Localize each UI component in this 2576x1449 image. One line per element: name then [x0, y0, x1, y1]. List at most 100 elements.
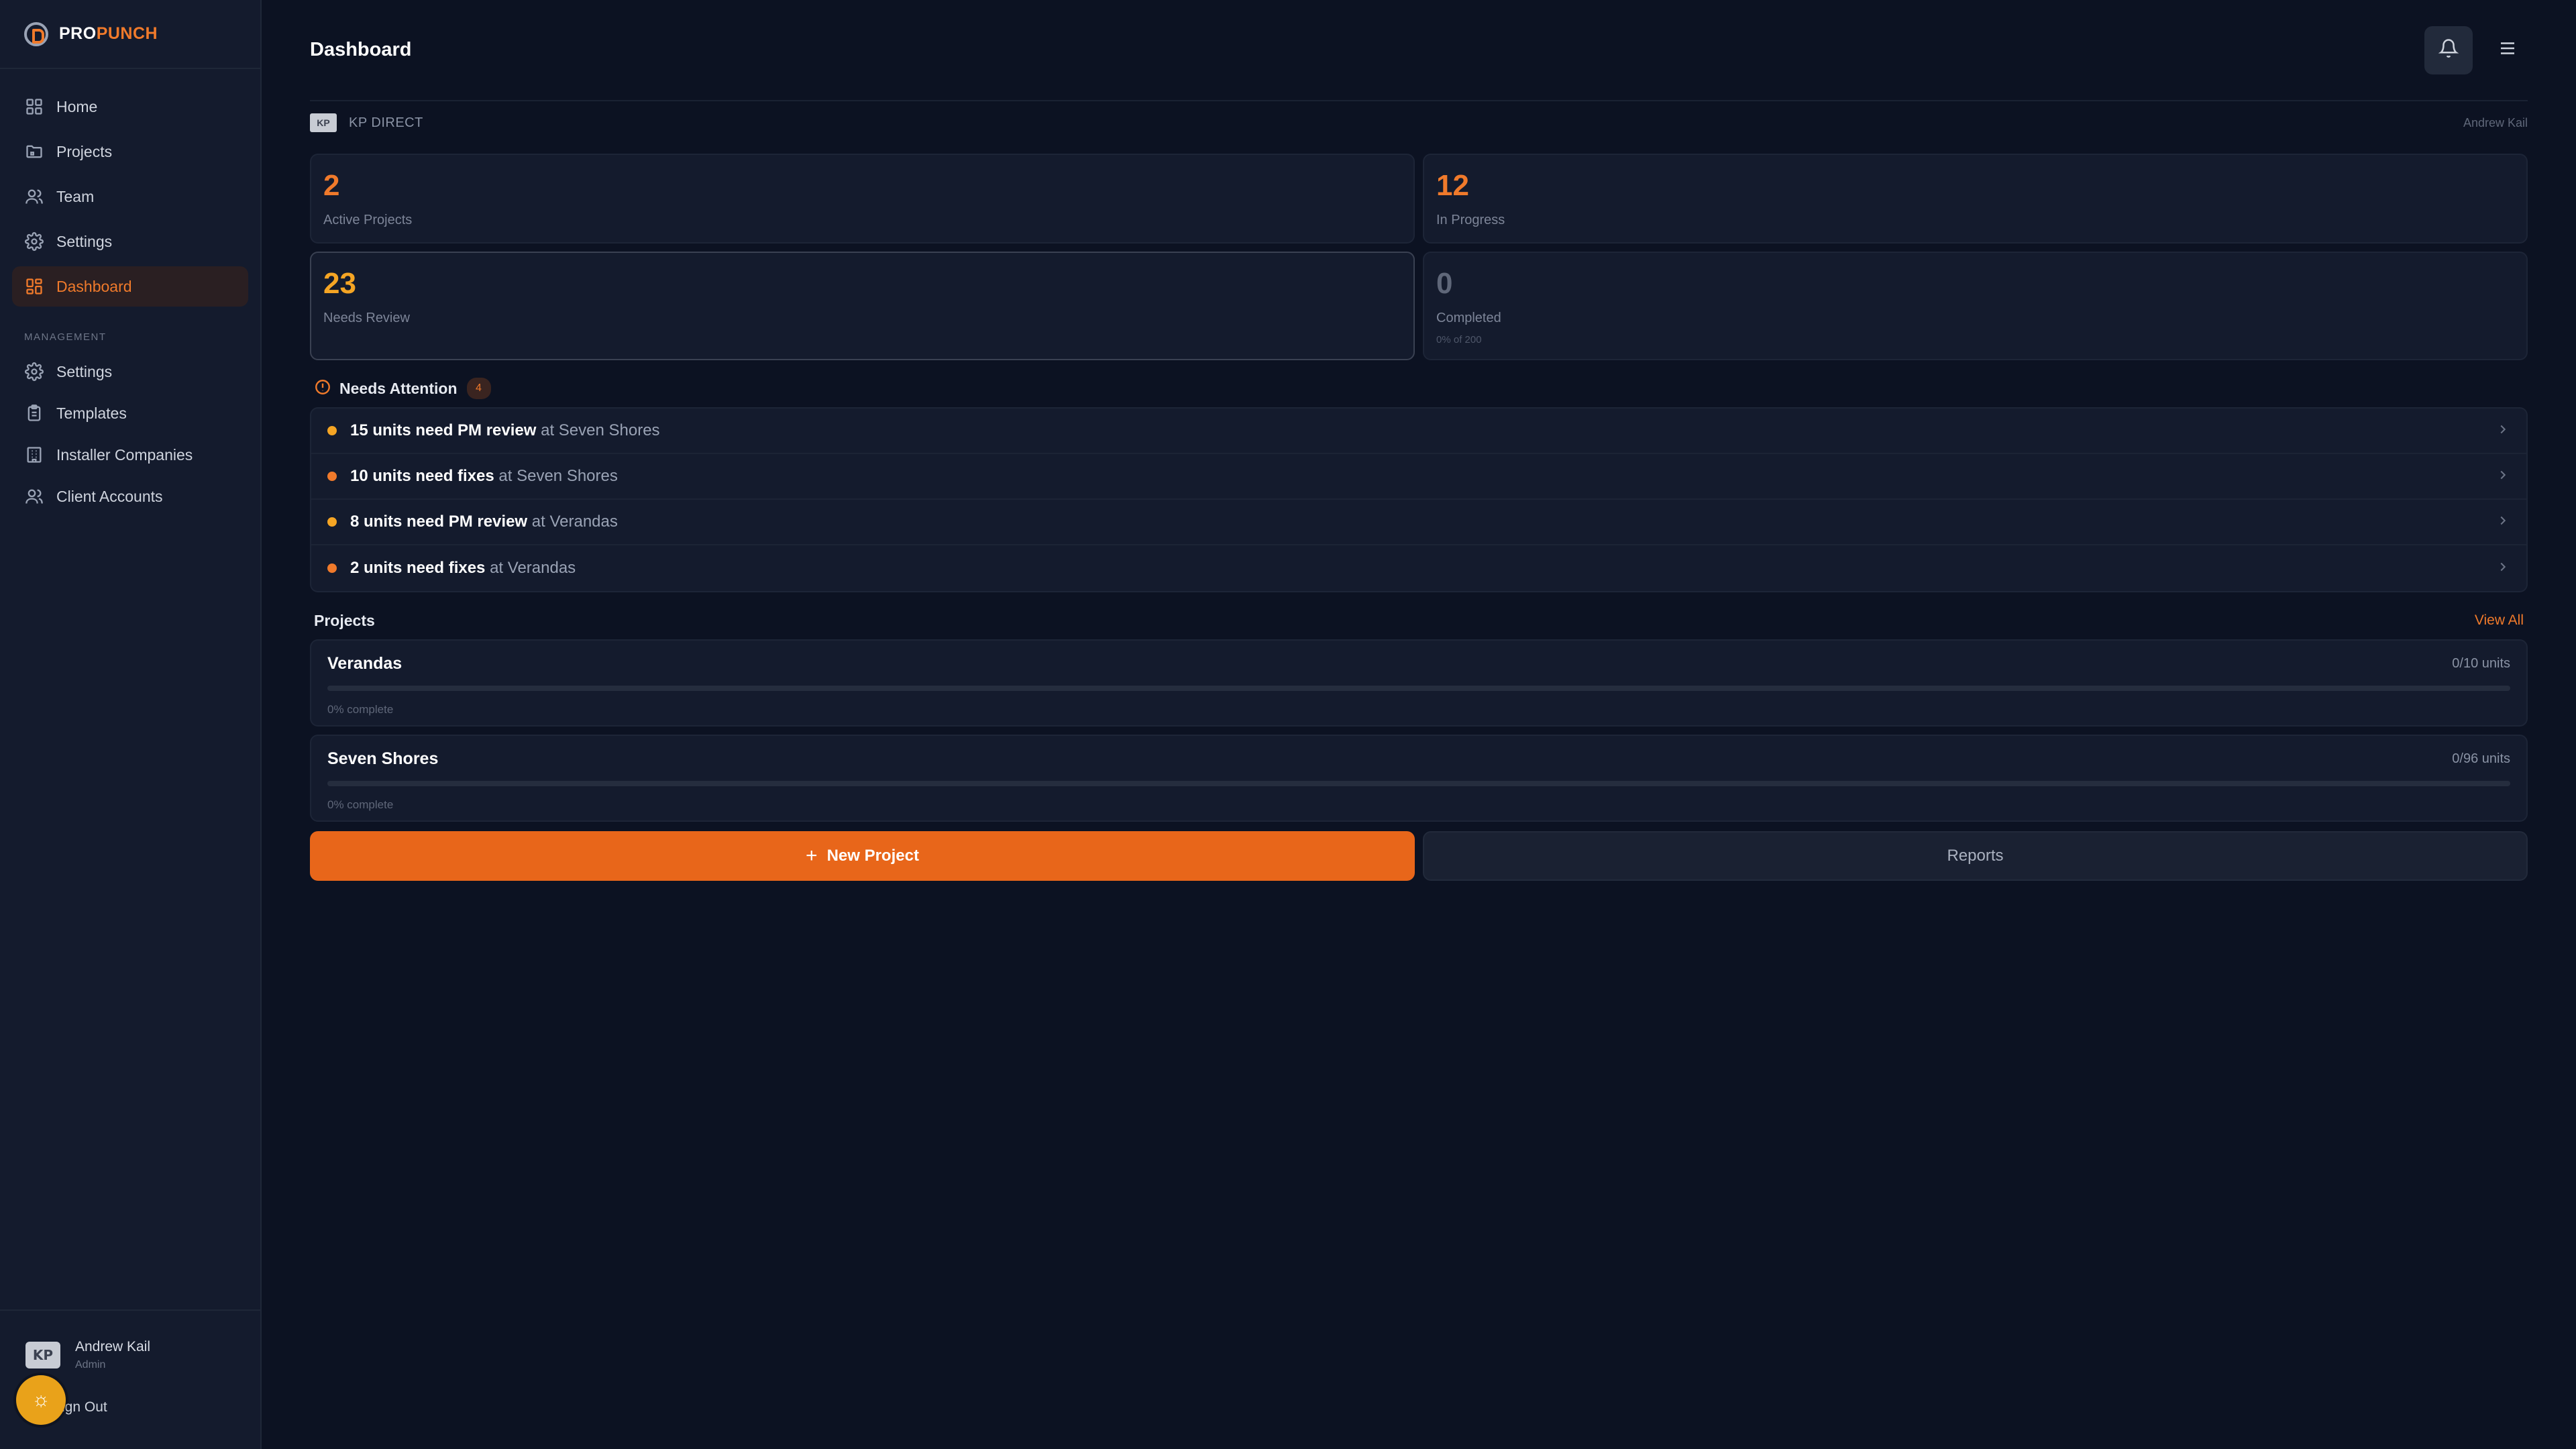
project-card-verandas[interactable]: Verandas 0/10 units 0% complete: [310, 639, 2528, 727]
section-title: Projects: [314, 611, 375, 629]
company-logo: KP: [310, 113, 337, 132]
view-all-link[interactable]: View All: [2475, 612, 2524, 629]
sidebar-item-dashboard[interactable]: Dashboard: [12, 266, 248, 307]
reports-button[interactable]: Reports: [1423, 831, 2528, 881]
project-list: Verandas 0/10 units 0% complete Seven Sh…: [310, 639, 2528, 822]
attention-text: 8 units need PM review at Verandas: [350, 513, 2496, 531]
action-buttons: + New Project Reports: [310, 831, 2528, 881]
user-profile[interactable]: KP Andrew Kail Admin: [25, 1339, 260, 1371]
project-name: Seven Shores: [327, 749, 439, 768]
stat-value: 23: [323, 267, 356, 300]
top-bar: Dashboard: [310, 0, 2528, 101]
sidebar-item-management-settings[interactable]: Settings: [12, 352, 248, 391]
main-nav: Home Projects Team Settings Dashboard MA…: [0, 69, 260, 516]
attention-item[interactable]: 8 units need PM review at Verandas: [311, 500, 2526, 545]
attention-item[interactable]: 15 units need PM review at Seven Shores: [311, 409, 2526, 454]
sidebar-item-label: Templates: [56, 404, 127, 422]
app: PROPUNCH Home Projects Team Settings Das…: [0, 0, 2576, 1449]
project-units: 0/96 units: [2452, 751, 2510, 766]
dashboard-icon: [24, 276, 44, 297]
page-title: Dashboard: [310, 39, 412, 60]
stat-value: 12: [1436, 169, 1469, 202]
sidebar-item-label: Installer Companies: [56, 445, 193, 464]
grid-icon: [24, 97, 44, 117]
chevron-right-icon: [2496, 422, 2510, 440]
project-complete: 0% complete: [327, 798, 394, 811]
stat-card-completed[interactable]: 0 Completed 0% of 200: [1423, 252, 2528, 360]
stat-card-active-projects[interactable]: 2 Active Projects: [310, 154, 1415, 244]
brand-punch: PUNCH: [96, 24, 158, 43]
progress-bar: [327, 686, 2510, 691]
attention-item[interactable]: 10 units need fixes at Seven Shores: [311, 454, 2526, 500]
attention-bold: 10 units need fixes: [350, 467, 494, 485]
sidebar-item-label: Client Accounts: [56, 487, 163, 505]
brand-pro: PRO: [59, 24, 97, 43]
attention-rest: at Seven Shores: [494, 467, 618, 485]
menu-button[interactable]: [2487, 30, 2528, 70]
section-title: Needs Attention: [339, 379, 458, 397]
sidebar-item-label: Team: [56, 187, 95, 205]
sidebar-item-label: Settings: [56, 362, 113, 380]
user-role: Admin: [75, 1359, 106, 1371]
progress-bar: [327, 781, 2510, 786]
attention-text: 10 units need fixes at Seven Shores: [350, 467, 2496, 486]
sidebar-item-label: Dashboard: [56, 277, 132, 295]
users-icon: [24, 486, 44, 506]
chevron-right-icon: [2496, 468, 2510, 486]
stat-value: 2: [323, 169, 340, 202]
clipboard-icon: [24, 403, 44, 423]
stat-label: In Progress: [1436, 213, 1505, 227]
stat-sub: 0% of 200: [1436, 334, 1482, 345]
stat-label: Active Projects: [323, 213, 413, 227]
users-icon: [24, 186, 44, 207]
sidebar-item-projects[interactable]: Projects: [12, 131, 248, 172]
attention-text: 2 units need fixes at Verandas: [350, 559, 2496, 578]
sidebar-item-team[interactable]: Team: [12, 176, 248, 217]
projects-header: Projects View All: [310, 602, 2528, 639]
hamburger-icon: [2498, 38, 2518, 62]
bug-report-button[interactable]: ☼: [16, 1375, 66, 1425]
stat-card-needs-review[interactable]: 23 Needs Review: [310, 252, 1415, 360]
logo-icon: [24, 21, 48, 46]
alert-circle-icon: [314, 378, 331, 399]
new-project-button[interactable]: + New Project: [310, 831, 1415, 881]
company-name: KP DIRECT: [349, 115, 423, 130]
sidebar-item-label: Home: [56, 97, 98, 115]
sidebar-item-label: Projects: [56, 142, 113, 160]
gear-icon: [24, 231, 44, 252]
top-actions: [2424, 25, 2528, 74]
new-project-label: New Project: [826, 847, 919, 865]
sidebar-item-templates[interactable]: Templates: [12, 394, 248, 433]
attention-text: 15 units need PM review at Seven Shores: [350, 421, 2496, 440]
status-dot: [327, 564, 337, 573]
sidebar-item-client-accounts[interactable]: Client Accounts: [12, 477, 248, 516]
attention-rest: at Verandas: [527, 513, 618, 531]
folder-icon: [24, 142, 44, 162]
status-dot: [327, 472, 337, 481]
company-user: Andrew Kail: [2463, 115, 2528, 129]
project-card-seven-shores[interactable]: Seven Shores 0/96 units 0% complete: [310, 735, 2528, 822]
brand-logo[interactable]: PROPUNCH: [0, 0, 260, 69]
status-dot: [327, 426, 337, 435]
sidebar-item-label: Settings: [56, 232, 113, 250]
sidebar-item-installer-companies[interactable]: Installer Companies: [12, 435, 248, 474]
bell-icon: [2438, 38, 2459, 62]
needs-attention-header: Needs Attention 4: [310, 370, 2528, 407]
sidebar-item-settings[interactable]: Settings: [12, 221, 248, 262]
stat-card-in-progress[interactable]: 12 In Progress: [1423, 154, 2528, 244]
chevron-right-icon: [2496, 513, 2510, 531]
status-dot: [327, 517, 337, 527]
attention-item[interactable]: 2 units need fixes at Verandas: [311, 545, 2526, 591]
main-content: Dashboard KP KP DIRECT Andrew Kail 2 Act…: [262, 0, 2576, 1449]
attention-rest: at Seven Shores: [536, 421, 660, 439]
chevron-right-icon: [2496, 559, 2510, 578]
stats-grid: 2 Active Projects 12 In Progress 23 Need…: [310, 154, 2528, 360]
building-icon: [24, 445, 44, 465]
sidebar-item-home[interactable]: Home: [12, 87, 248, 127]
notifications-button[interactable]: [2424, 25, 2473, 74]
management-section-label: MANAGEMENT: [24, 331, 107, 343]
user-name: Andrew Kail: [75, 1339, 151, 1354]
stat-value: 0: [1436, 267, 1453, 300]
attention-bold: 2 units need fixes: [350, 559, 486, 577]
project-complete: 0% complete: [327, 703, 394, 716]
